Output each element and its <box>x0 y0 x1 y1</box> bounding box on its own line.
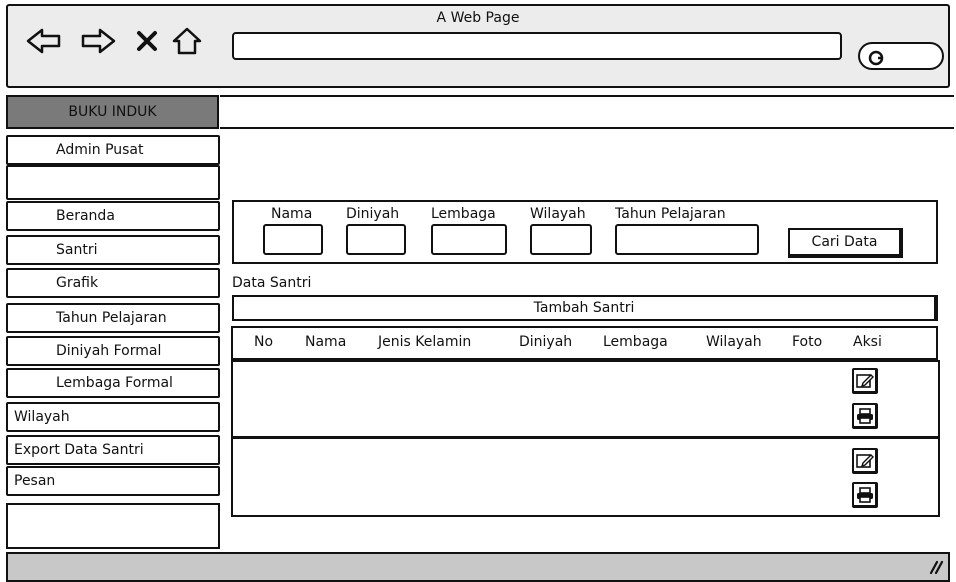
back-arrow-icon[interactable] <box>26 26 62 56</box>
filter-label-lembaga: Lembaga <box>431 206 496 222</box>
filter-label-nama: Nama <box>271 206 313 222</box>
home-icon[interactable] <box>170 26 204 56</box>
section-title: Data Santri <box>232 275 312 291</box>
window-title: A Web Page <box>436 10 520 26</box>
column-header-jenis-kelamin: Jenis Kelamin <box>378 334 472 350</box>
column-header-aksi: Aksi <box>853 334 882 350</box>
sidebar-item-beranda[interactable]: Beranda <box>6 201 220 231</box>
edit-icon[interactable] <box>852 368 878 394</box>
column-header-foto: Foto <box>792 334 823 350</box>
resize-grip-icon[interactable] <box>928 560 944 578</box>
sidebar-filler <box>6 503 220 549</box>
sidebar-header: BUKU INDUK <box>6 95 219 129</box>
main-top-bar <box>220 95 954 129</box>
forward-arrow-icon[interactable] <box>80 26 116 56</box>
search-data-button[interactable]: Cari Data <box>788 228 903 258</box>
filter-input-lembaga[interactable] <box>431 224 507 255</box>
filter-label-wilayah: Wilayah <box>530 206 586 222</box>
sidebar-item-tahun-pelajaran[interactable]: Tahun Pelajaran <box>6 303 220 333</box>
sidebar-item-lembaga-formal[interactable]: Lembaga Formal <box>6 368 220 398</box>
column-header-diniyah: Diniyah <box>519 334 573 350</box>
filter-input-diniyah[interactable] <box>346 224 406 255</box>
filter-input-tahun-pelajaran[interactable] <box>615 224 759 255</box>
sidebar-item-wilayah[interactable]: Wilayah <box>6 402 220 432</box>
sidebar-item-blank[interactable] <box>6 165 220 200</box>
close-icon[interactable] <box>134 26 160 56</box>
print-icon[interactable] <box>852 403 878 429</box>
browser-search-field[interactable] <box>858 42 944 70</box>
sidebar-item-diniyah-formal[interactable]: Diniyah Formal <box>6 336 220 366</box>
column-header-no: No <box>254 334 274 350</box>
sidebar-item-admin-pusat[interactable]: Admin Pusat <box>6 135 220 165</box>
edit-icon[interactable] <box>852 448 878 474</box>
print-icon[interactable] <box>852 482 878 508</box>
column-header-nama: Nama <box>305 334 347 350</box>
sidebar-item-export-data-santri[interactable]: Export Data Santri <box>6 435 220 465</box>
url-input[interactable] <box>232 32 842 60</box>
status-bar <box>6 552 950 582</box>
column-header-wilayah: Wilayah <box>706 334 762 350</box>
filter-input-nama[interactable] <box>263 224 323 255</box>
sidebar-item-santri[interactable]: Santri <box>6 235 220 265</box>
table-row <box>231 437 940 517</box>
column-header-lembaga: Lembaga <box>603 334 668 350</box>
sidebar-item-grafik[interactable]: Grafik <box>6 268 220 298</box>
filter-input-wilayah[interactable] <box>530 224 592 255</box>
filter-label-tahun-pelajaran: Tahun Pelajaran <box>615 206 726 222</box>
add-santri-button[interactable]: Tambah Santri <box>232 295 938 321</box>
table-row <box>231 360 940 438</box>
search-icon <box>868 50 884 66</box>
sidebar-item-pesan[interactable]: Pesan <box>6 466 220 496</box>
filter-label-diniyah: Diniyah <box>346 206 400 222</box>
